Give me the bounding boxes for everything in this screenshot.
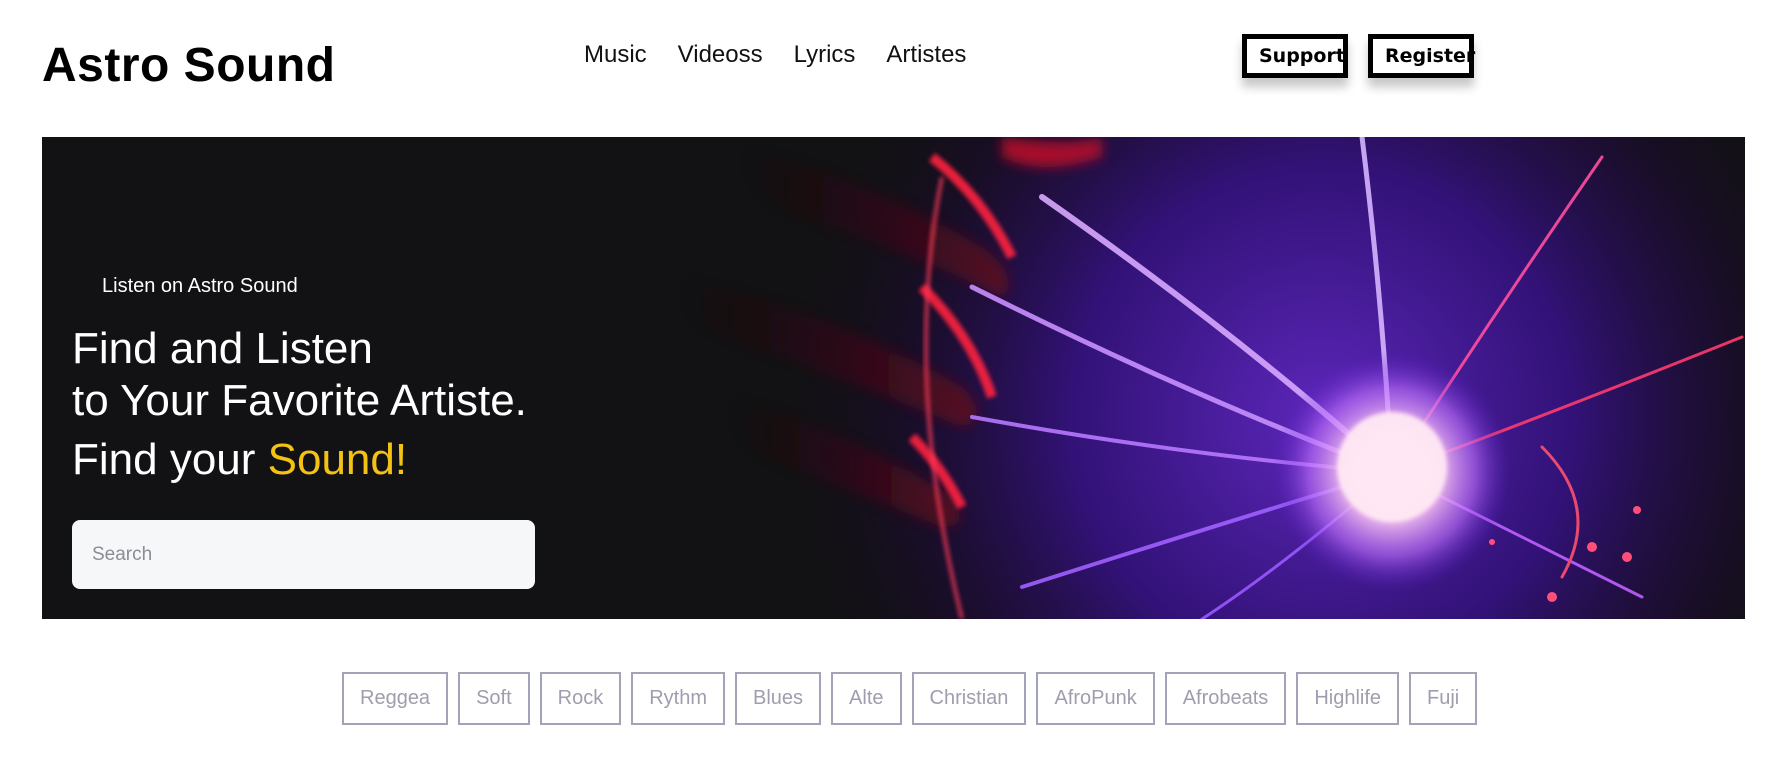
genre-tag-fuji[interactable]: Fuji — [1409, 672, 1478, 725]
headline-line-1: Find and Listen — [72, 324, 373, 373]
genre-tag-rythm[interactable]: Rythm — [631, 672, 726, 725]
genre-tag-reggea[interactable]: Reggea — [342, 672, 449, 725]
main-nav: Music Videoss Lyrics Artistes — [584, 41, 966, 69]
headline-line-2: to Your Favorite Artiste. — [72, 376, 527, 425]
nav-lyrics[interactable]: Lyrics — [794, 41, 856, 69]
nav-artistes[interactable]: Artistes — [886, 41, 966, 69]
nav-music[interactable]: Music — [584, 41, 647, 69]
genre-tag-afropunk[interactable]: AfroPunk — [1036, 672, 1155, 725]
genre-tag-highlife[interactable]: Highlife — [1296, 672, 1400, 725]
page: Astro Sound Music Videoss Lyrics Artiste… — [0, 0, 1791, 764]
site-logo[interactable]: Astro Sound — [42, 38, 335, 93]
hero-banner: Listen on Astro Sound Find and Listen to… — [42, 137, 1745, 619]
tagline-prefix: Find your — [72, 435, 268, 484]
genre-tag-alte[interactable]: Alte — [831, 672, 902, 725]
genre-tag-rock[interactable]: Rock — [539, 672, 622, 725]
genre-tag-soft[interactable]: Soft — [458, 672, 530, 725]
support-button[interactable]: Support — [1242, 34, 1348, 78]
genre-tag-christian[interactable]: Christian — [911, 672, 1027, 725]
genre-tags: Reggea Soft Rock Rythm Blues Alte Christ… — [342, 672, 1478, 725]
genre-tag-afrobeats[interactable]: Afrobeats — [1164, 672, 1287, 725]
nav-videos[interactable]: Videoss — [678, 41, 763, 69]
search-input[interactable] — [72, 520, 535, 589]
genre-tag-blues[interactable]: Blues — [735, 672, 822, 725]
hero-eyebrow: Listen on Astro Sound — [102, 275, 298, 297]
tagline-accent: Sound! — [267, 435, 408, 484]
hero-tagline: Find your Sound! — [72, 435, 407, 485]
register-button[interactable]: Register — [1368, 34, 1475, 78]
hero-headline: Find and Listen to Your Favorite Artiste… — [72, 323, 527, 427]
